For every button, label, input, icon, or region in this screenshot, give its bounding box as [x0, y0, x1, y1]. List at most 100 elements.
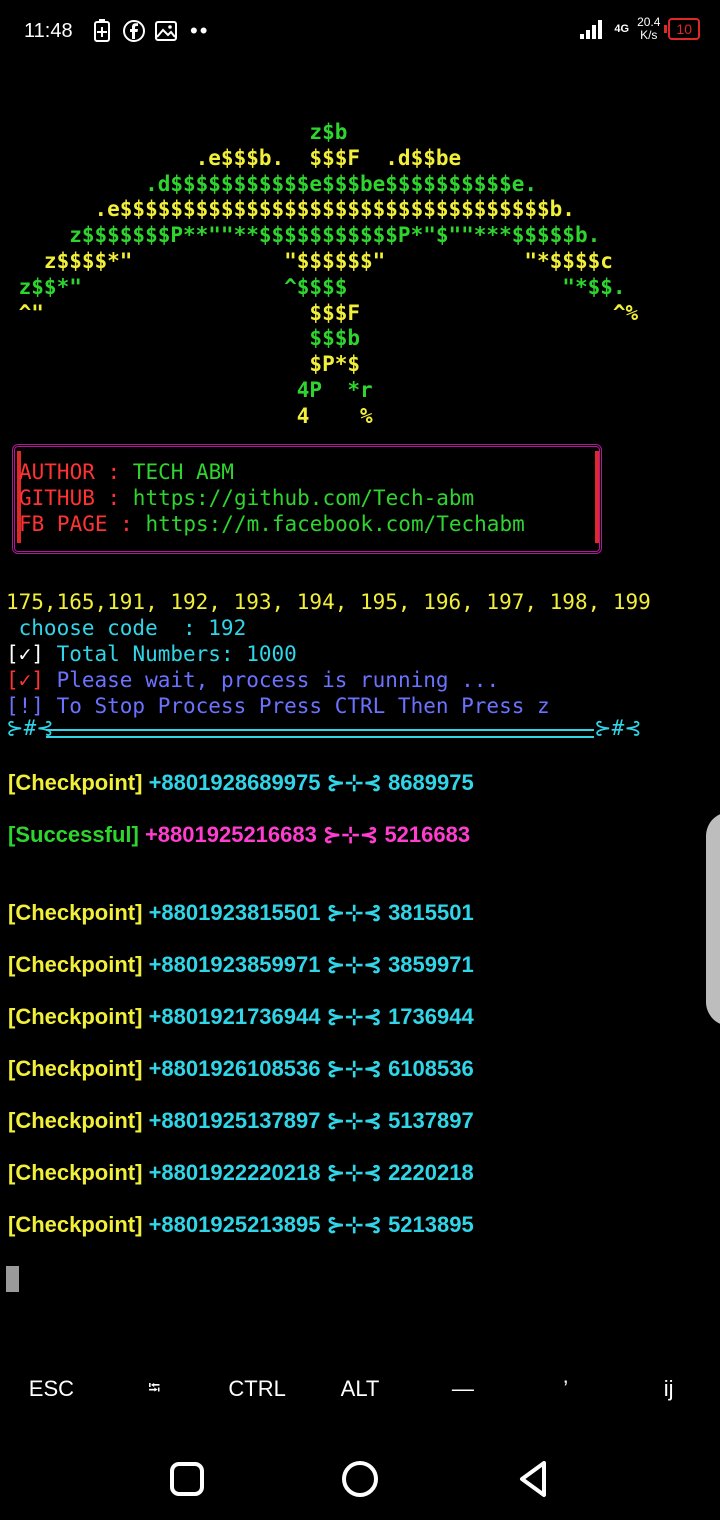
result-status: [Checkpoint] [8, 900, 143, 925]
result-row: [Checkpoint] +8801928689975 ⊱⊹⊰ 8689975 [8, 770, 474, 796]
network-4g-icon: 4G [614, 23, 630, 35]
result-row: [Checkpoint] +8801921736944 ⊱⊹⊰ 1736944 [8, 1004, 474, 1030]
ascii-line: z$$$$$$$P**""**$$$$$$$$$$$P*"$""***$$$$$… [6, 223, 601, 248]
scroll-handle[interactable] [706, 812, 720, 1026]
result-row: [Checkpoint] +8801925213895 ⊱⊹⊰ 5213895 [8, 1212, 474, 1238]
ctrl-key[interactable]: CTRL [206, 1360, 309, 1418]
result-row: [Checkpoint] +8801922220218 ⊱⊹⊰ 2220218 [8, 1160, 474, 1186]
network-speed: 20.4 K/s [637, 16, 660, 42]
result-status: [Checkpoint] [8, 1212, 143, 1237]
result-code: 6108536 [388, 1056, 474, 1081]
signal-icon [580, 20, 603, 39]
ascii-line: 4 % [6, 403, 373, 428]
github-label: GITHUB : [19, 486, 133, 510]
result-separator: ⊱⊹⊰ [326, 1160, 382, 1185]
battery-saver-icon [94, 19, 110, 42]
status-bar: 11:48 •• 4G 20.4 K/s 10 [0, 0, 720, 64]
result-status: [Checkpoint] [8, 1004, 143, 1029]
ascii-line: z$b [6, 120, 348, 144]
fb-value: https://m.facebook.com/Techabm [145, 512, 525, 536]
ascii-line: .e$$$b. $$$F .d$$be [6, 145, 462, 170]
author-label: AUTHOR : [19, 460, 133, 484]
result-code: 1736944 [388, 1004, 474, 1029]
home-icon[interactable] [335, 1454, 385, 1504]
dash-key[interactable]: — [411, 1360, 514, 1418]
wait-text: Please wait, process is running ... [43, 668, 500, 692]
status-time: 11:48 [24, 20, 73, 42]
result-number: +8801922220218 [148, 1160, 321, 1185]
result-code: 3815501 [388, 900, 474, 925]
result-number: +8801925137897 [148, 1108, 321, 1133]
ij-key[interactable]: ij [617, 1360, 720, 1418]
ascii-line: z$$*" ^$$$$ "*$$. [6, 274, 626, 299]
result-status: [Checkpoint] [8, 952, 143, 977]
result-code: 5213895 [388, 1212, 474, 1237]
result-number: +8801923859971 [148, 952, 321, 977]
result-row: [Checkpoint] +8801923859971 ⊱⊹⊰ 3859971 [8, 952, 474, 978]
esc-key[interactable]: ESC [0, 1360, 103, 1418]
tab-key[interactable]: ⭾ [103, 1360, 206, 1418]
navigation-bar [0, 1430, 720, 1520]
result-row: [Checkpoint] +8801925137897 ⊱⊹⊰ 5137897 [8, 1108, 474, 1134]
result-code: 3859971 [388, 952, 474, 977]
result-separator: ⊱⊹⊰ [326, 900, 382, 925]
extra-keys-bar: ESC ⭾ CTRL ALT —’ ij [0, 1360, 720, 1418]
separator-rule [46, 729, 594, 738]
result-number: +8801921736944 [148, 1004, 321, 1029]
result-code: 2220218 [388, 1160, 474, 1185]
ascii-line: ^" $$$F ^% [6, 300, 639, 325]
result-separator: ⊱⊹⊰ [326, 770, 382, 795]
author-info: AUTHOR : TECH ABM GITHUB : https://github… [19, 459, 525, 537]
codes-line: 175,165,191, 192, 193, 194, 195, 196, 19… [6, 590, 651, 614]
result-separator: ⊱⊹⊰ [326, 1056, 382, 1081]
result-code: 8689975 [388, 770, 474, 795]
terminal-cursor [6, 1266, 19, 1292]
status-right: 4G 20.4 K/s 10 [580, 16, 700, 42]
alt-key[interactable]: ALT [309, 1360, 412, 1418]
result-separator: ⊱⊹⊰ [326, 1004, 382, 1029]
result-separator: ⊱⊹⊰ [326, 1212, 382, 1237]
ascii-line: .e$$$$$$$$$$$$$$$$$$$$$$$$$$$$$$$$$$b. [6, 197, 575, 222]
result-number: +8801928689975 [148, 770, 321, 795]
author-value: TECH ABM [132, 460, 234, 484]
result-number: +8801923815501 [148, 900, 321, 925]
separator-line: ⊱#⊰ ⊱#⊰ [6, 716, 642, 740]
more-dots-icon: •• [190, 18, 210, 43]
ascii-art-logo: z$b .e$$$b. $$$F .d$$be .d$$$$$$$$$$$e$$… [6, 120, 639, 430]
result-code: 5137897 [388, 1108, 474, 1133]
result-separator: ⊱⊹⊰ [326, 952, 382, 977]
result-row: [Checkpoint] +8801923815501 ⊱⊹⊰ 3815501 [8, 900, 474, 926]
result-number: +8801925213895 [148, 1212, 321, 1237]
ascii-line: $P*$ [6, 352, 361, 377]
result-separator: ⊱⊹⊰ [326, 1108, 382, 1133]
ascii-line: z$$$$*" "$$$$$$" "*$$$$c [6, 248, 613, 273]
result-status: [Checkpoint] [8, 1108, 143, 1133]
github-value: https://github.com/Tech-abm [132, 486, 475, 510]
fb-label: FB PAGE : [19, 512, 146, 536]
result-status: [Checkpoint] [8, 770, 143, 795]
total-text: Total Numbers: 1000 [43, 642, 297, 666]
result-status: [Checkpoint] [8, 1056, 143, 1081]
result-row: [Successful] +8801925216683 ⊱⊹⊰ 5216683 [8, 822, 470, 848]
prompt-block: 175,165,191, 192, 193, 194, 195, 196, 19… [6, 589, 651, 719]
ascii-line: $$$b [6, 326, 361, 351]
notification-icons: •• [92, 18, 209, 44]
result-number: +8801926108536 [148, 1056, 321, 1081]
total-mark: [✓] [6, 642, 44, 666]
stop-instruction: [!] To Stop Process Press CTRL Then Pres… [6, 694, 550, 718]
facebook-icon [123, 20, 145, 42]
separator-right: ⊱#⊰ [594, 716, 642, 740]
back-icon[interactable] [508, 1454, 558, 1504]
result-row: [Checkpoint] +8801926108536 ⊱⊹⊰ 6108536 [8, 1056, 474, 1082]
speed-unit: K/s [640, 28, 658, 42]
choose-code-prompt[interactable]: choose code : 192 [6, 615, 651, 641]
apostrophe-key[interactable]: ’ [514, 1360, 617, 1418]
battery-indicator: 10 [664, 18, 700, 40]
ascii-line: 4P *r [6, 377, 373, 402]
ascii-line: .d$$$$$$$$$$$e$$$be$$$$$$$$$$e. [6, 171, 538, 196]
result-status: [Successful] [8, 822, 139, 847]
recents-icon[interactable] [162, 1454, 212, 1504]
result-code: 5216683 [384, 822, 471, 847]
gallery-icon [155, 21, 177, 41]
wait-mark: [✓] [6, 668, 44, 692]
